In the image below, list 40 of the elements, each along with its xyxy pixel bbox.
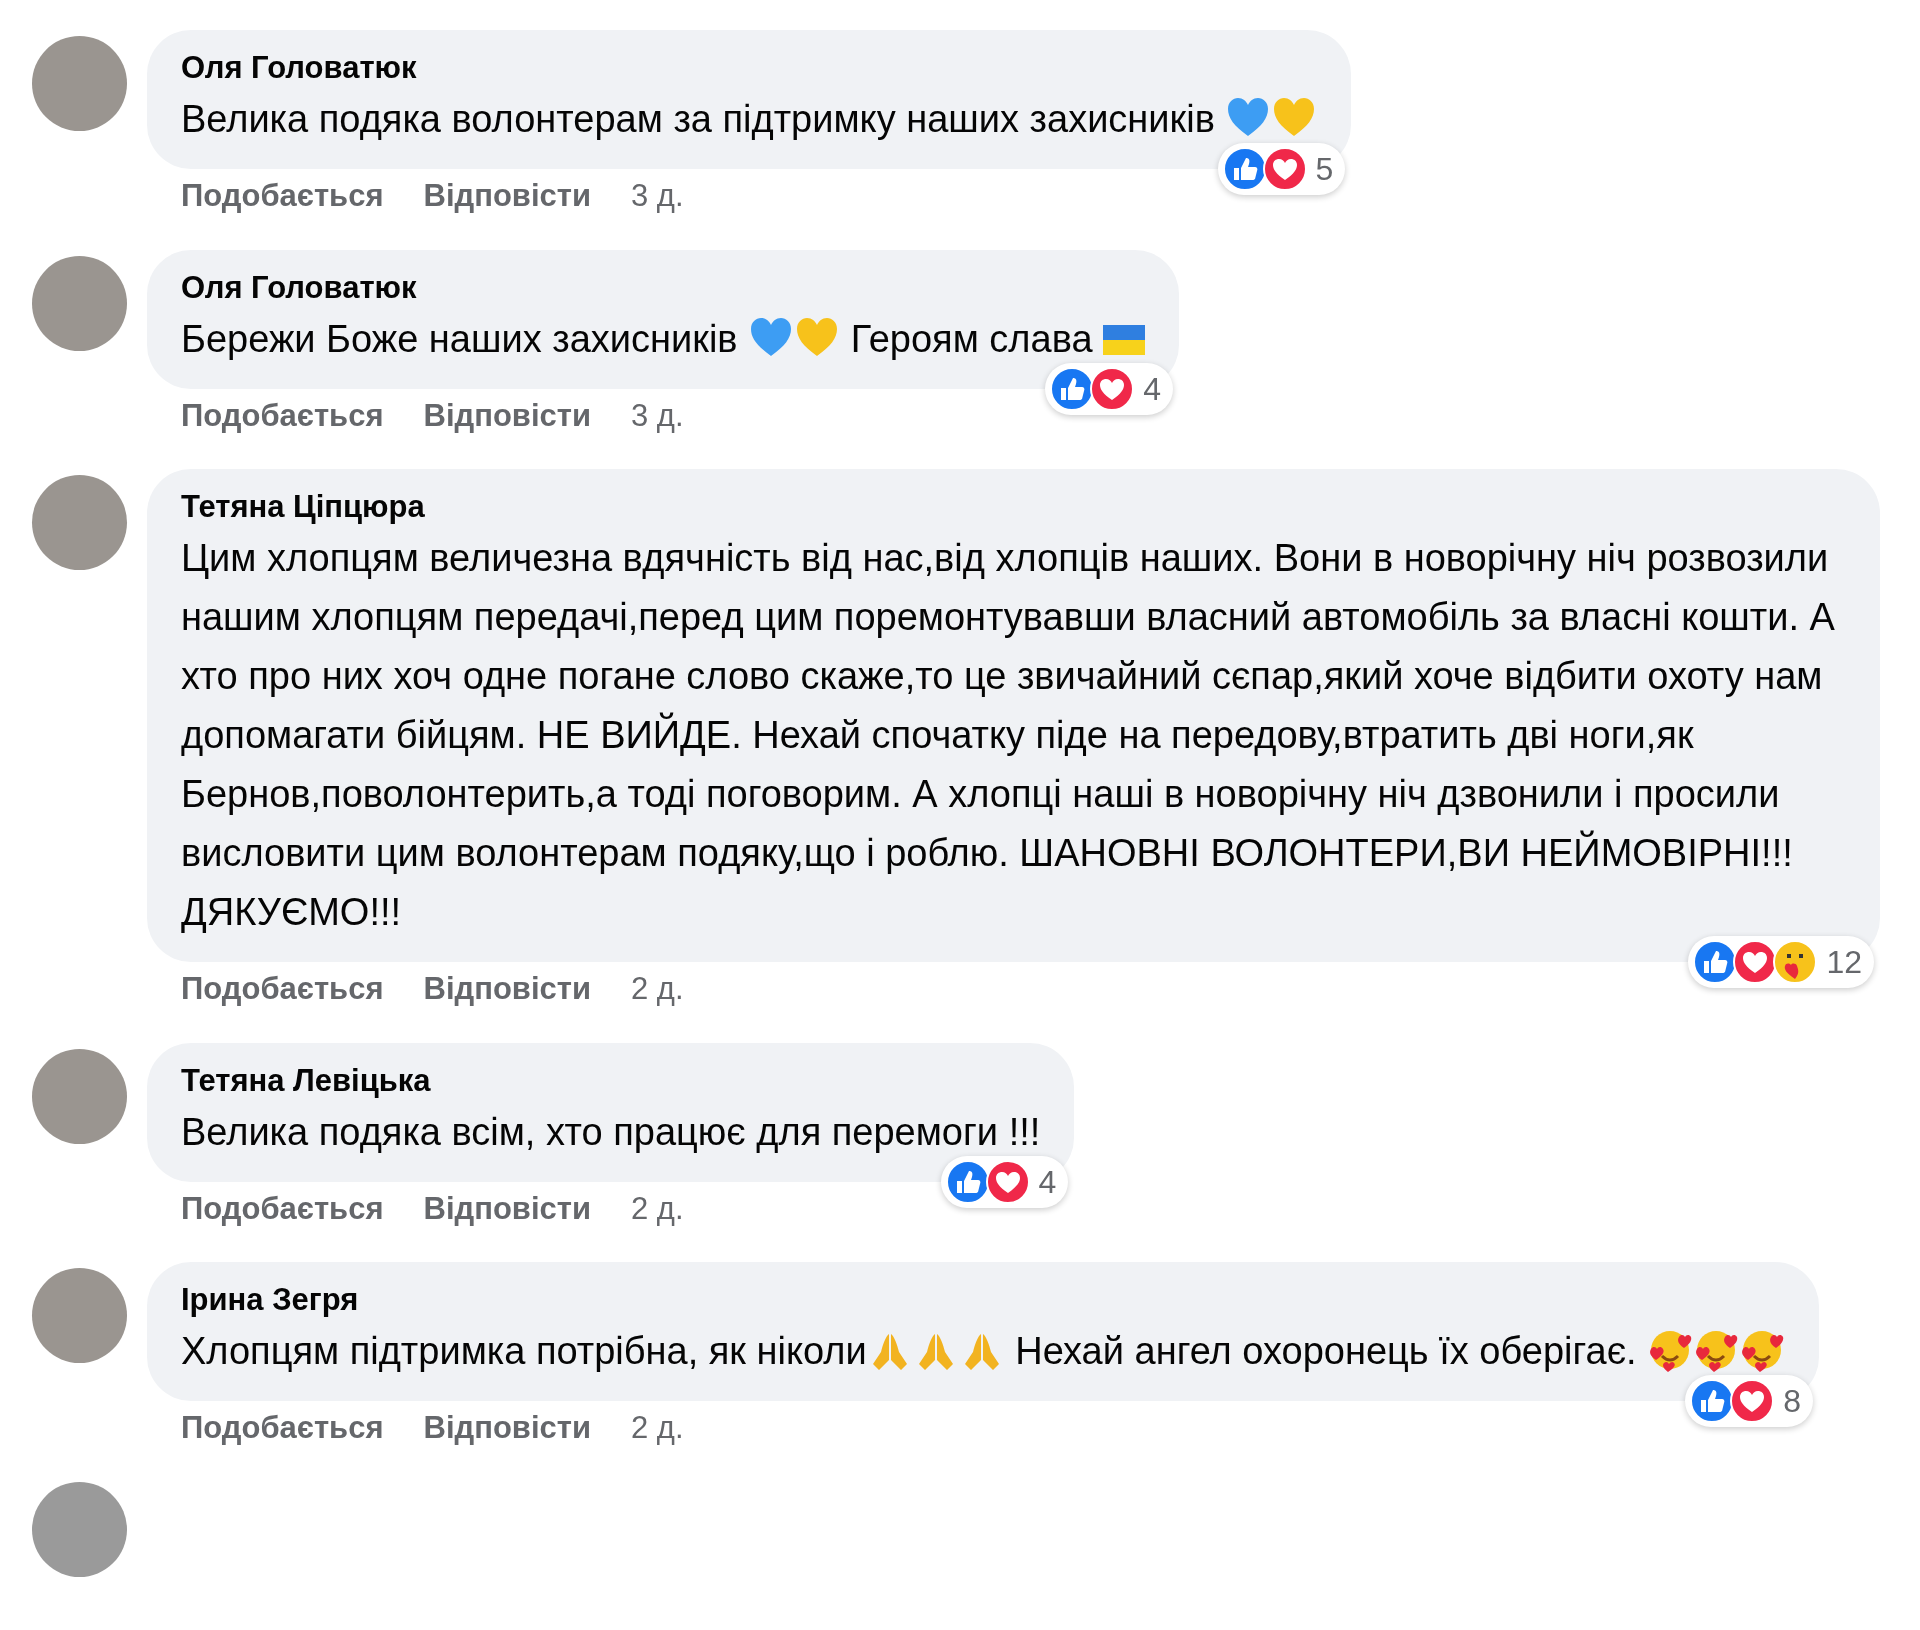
action-link[interactable]: Відповісти <box>423 1405 591 1452</box>
comment-time[interactable]: 3 д. <box>631 173 684 220</box>
action-link[interactable]: Відповісти <box>423 1185 591 1232</box>
flag-icon <box>1103 324 1146 355</box>
reaction-summary[interactable]: 5 <box>1217 143 1346 195</box>
comment-text: Цим хлопцям величезна вдячність від нас,від хлопців наших. Вони в новорічну ніч розвозили нашим хлопцям передачі,перед цим поремонтувавши власний автомобіль за власні кошти. А хто про них хоч одне погане слово скаже,то це звичайний сєпар,який хоче відбити охоту нам допомагати бійцям. НЕ ВИЙДЕ. Нехай спочатку піде на передову,втратить дві ноги,як Бернов,поволонтерить,а тоді поговорим. А хлопці наші в новорічну ніч дзвонили і просили висловити цим волонтерам подяку,що і роблю. ШАНОВНІ ВОЛОНТЕРИ,ВИ НЕЙМОВІРНІ!!! ДЯКУЄМО!!! <box>181 536 1836 935</box>
smiling-face-with-hearts-icon <box>1694 1328 1739 1372</box>
smiling-face-with-hearts-icon <box>1648 1328 1693 1372</box>
action-link[interactable]: Подобається <box>181 392 384 439</box>
heart-icon <box>1272 96 1317 138</box>
reaction-summary[interactable]: 12 <box>1688 936 1874 988</box>
comment-time[interactable]: 2 д. <box>631 1405 684 1452</box>
action-link[interactable]: Подобається <box>181 1405 384 1452</box>
comment-time[interactable]: 3 д. <box>631 392 684 439</box>
action-link[interactable]: Подобається <box>181 966 384 1013</box>
reaction-count: 5 <box>1315 150 1334 189</box>
comment-time[interactable]: 2 д. <box>631 966 684 1013</box>
author-name[interactable]: Оля Головатюк <box>181 46 1318 90</box>
action-link[interactable]: Відповісти <box>423 392 591 439</box>
reaction-count: 4 <box>1143 369 1162 409</box>
reaction-count: 12 <box>1826 943 1862 982</box>
comment-text: Велика подяка всім, хто працює для перемоги !!! <box>181 1109 1041 1155</box>
author-name[interactable]: Оля Головатюк <box>181 265 1146 310</box>
reaction-summary[interactable]: 4 <box>940 1155 1069 1208</box>
heart-icon <box>1226 96 1271 138</box>
action-link[interactable]: Відповісти <box>423 966 591 1013</box>
reaction-count: 4 <box>1038 1162 1057 1202</box>
author-name[interactable]: Тетяна Ціпцюра <box>181 485 1846 529</box>
heart-icon <box>749 315 794 358</box>
author-name[interactable]: Тетяна Левіцька <box>181 1058 1041 1103</box>
reaction-summary[interactable]: 8 <box>1685 1375 1814 1427</box>
heart-icon <box>795 315 840 358</box>
action-link[interactable]: Відповісти <box>423 173 591 220</box>
reaction-count: 8 <box>1783 1382 1802 1421</box>
action-link[interactable]: Подобається <box>181 1185 384 1232</box>
author-name[interactable]: Ірина Зегря <box>181 1278 1786 1322</box>
action-link[interactable]: Подобається <box>181 173 384 220</box>
reaction-summary[interactable]: 4 <box>1045 362 1174 415</box>
comment-time[interactable]: 2 д. <box>631 1185 684 1232</box>
smiling-face-with-hearts-icon <box>1740 1328 1785 1372</box>
